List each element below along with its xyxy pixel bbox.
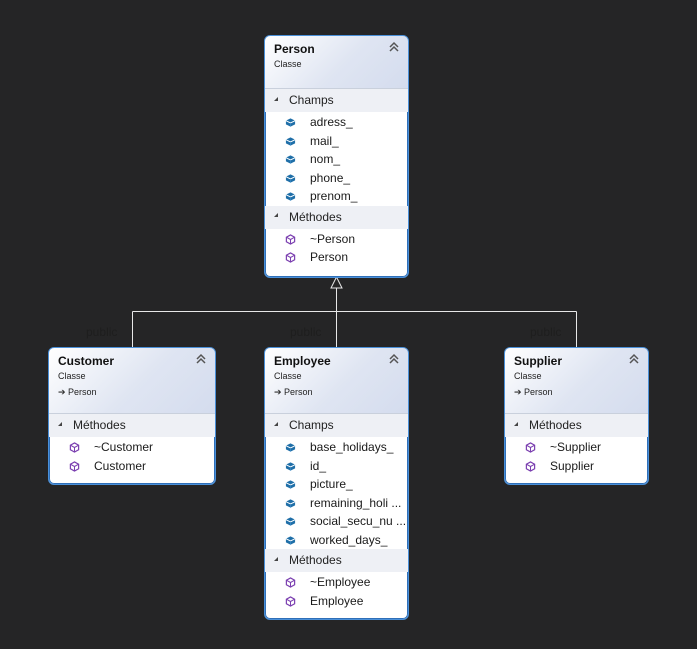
method-cube-icon [525, 442, 536, 453]
section-header-fields[interactable]: Champs [265, 414, 408, 437]
section-title: Méthodes [289, 553, 342, 567]
section-title: Méthodes [73, 418, 126, 432]
class-header[interactable]: Supplier Classe ➔ Person [505, 348, 648, 414]
inheritance-arrowhead-icon [330, 275, 343, 289]
class-name: Supplier [514, 354, 563, 368]
section-title: Champs [289, 418, 334, 432]
inheritance-arrow-icon: ➔ [274, 387, 282, 397]
class-header[interactable]: Customer Classe ➔ Person [49, 348, 215, 414]
section-header-methods[interactable]: Méthodes [265, 205, 408, 229]
method-cube-icon [69, 461, 80, 472]
field-item[interactable]: remaining_holi ... [265, 494, 408, 513]
class-employee[interactable]: Employee Classe ➔ Person Champs base_holi… [264, 347, 409, 620]
relationship-label-customer: public [86, 325, 118, 339]
field-cube-icon [285, 535, 296, 546]
field-cube-icon [285, 498, 296, 509]
expanded-triangle-icon [274, 213, 278, 218]
method-cube-icon [285, 252, 296, 263]
class-name: Customer [58, 354, 115, 368]
expanded-triangle-icon [514, 421, 518, 426]
expanded-triangle-icon [274, 421, 278, 426]
field-item[interactable]: social_secu_nu ... [265, 512, 408, 531]
class-kind: Classe [274, 59, 302, 69]
class-kind: Classe [58, 371, 86, 381]
relationship-label-supplier: public [530, 325, 562, 339]
relationship-label-employee: public [290, 325, 322, 339]
expanded-triangle-icon [58, 421, 62, 426]
method-item[interactable]: ~Person [265, 230, 408, 249]
base-class: ➔ Person [514, 387, 553, 397]
field-item[interactable]: picture_ [265, 475, 408, 494]
method-item[interactable]: Employee [265, 592, 408, 611]
class-supplier[interactable]: Supplier Classe ➔ Person Méthodes ~Suppli… [504, 347, 649, 485]
field-cube-icon [285, 442, 296, 453]
expanded-triangle-icon [274, 96, 278, 101]
inheritance-arrow-icon: ➔ [514, 387, 522, 397]
expanded-triangle-icon [274, 556, 278, 561]
class-name: Person [274, 42, 315, 56]
section-title: Champs [289, 93, 334, 107]
method-item[interactable]: Person [265, 248, 408, 267]
method-cube-icon [285, 234, 296, 245]
field-item[interactable]: phone_ [265, 169, 408, 188]
double-chevron-up-icon[interactable] [195, 353, 207, 365]
class-name: Employee [274, 354, 331, 368]
double-chevron-up-icon[interactable] [628, 353, 640, 365]
field-item[interactable]: id_ [265, 457, 408, 476]
section-title: Méthodes [289, 209, 342, 224]
field-item[interactable]: base_holidays_ [265, 438, 408, 457]
section-header-methods[interactable]: Méthodes [265, 549, 408, 572]
field-cube-icon [285, 136, 296, 147]
field-cube-icon [285, 154, 296, 165]
field-item[interactable]: prenom_ [265, 187, 408, 206]
method-item[interactable]: ~Employee [265, 573, 408, 592]
field-cube-icon [285, 117, 296, 128]
field-cube-icon [285, 191, 296, 202]
method-cube-icon [525, 461, 536, 472]
field-item[interactable]: adress_ [265, 113, 408, 132]
field-cube-icon [285, 479, 296, 490]
section-header-fields[interactable]: Champs [265, 89, 408, 112]
class-person[interactable]: Person Classe Champs adress_ mail_ nom_ … [264, 35, 409, 278]
method-item[interactable]: Customer [49, 457, 215, 476]
class-header[interactable]: Person Classe [265, 36, 408, 89]
method-cube-icon [285, 596, 296, 607]
field-item[interactable]: mail_ [265, 132, 408, 151]
method-item[interactable]: ~Customer [49, 438, 215, 457]
field-cube-icon [285, 173, 296, 184]
double-chevron-up-icon[interactable] [388, 353, 400, 365]
inheritance-arrow-icon: ➔ [58, 387, 66, 397]
class-header[interactable]: Employee Classe ➔ Person [265, 348, 408, 414]
base-class: ➔ Person [58, 387, 97, 397]
section-title: Méthodes [529, 418, 582, 432]
base-class: ➔ Person [274, 387, 313, 397]
class-customer[interactable]: Customer Classe ➔ Person Méthodes ~Custom… [48, 347, 216, 485]
section-header-methods[interactable]: Méthodes [505, 414, 648, 437]
method-cube-icon [285, 577, 296, 588]
class-kind: Classe [274, 371, 302, 381]
class-kind: Classe [514, 371, 542, 381]
field-cube-icon [285, 461, 296, 472]
field-item[interactable]: nom_ [265, 150, 408, 169]
field-item[interactable]: worked_days_ [265, 531, 408, 550]
double-chevron-up-icon[interactable] [388, 41, 400, 53]
method-item[interactable]: Supplier [505, 457, 648, 476]
method-item[interactable]: ~Supplier [505, 438, 648, 457]
method-cube-icon [69, 442, 80, 453]
field-cube-icon [285, 516, 296, 527]
section-header-methods[interactable]: Méthodes [49, 414, 215, 437]
